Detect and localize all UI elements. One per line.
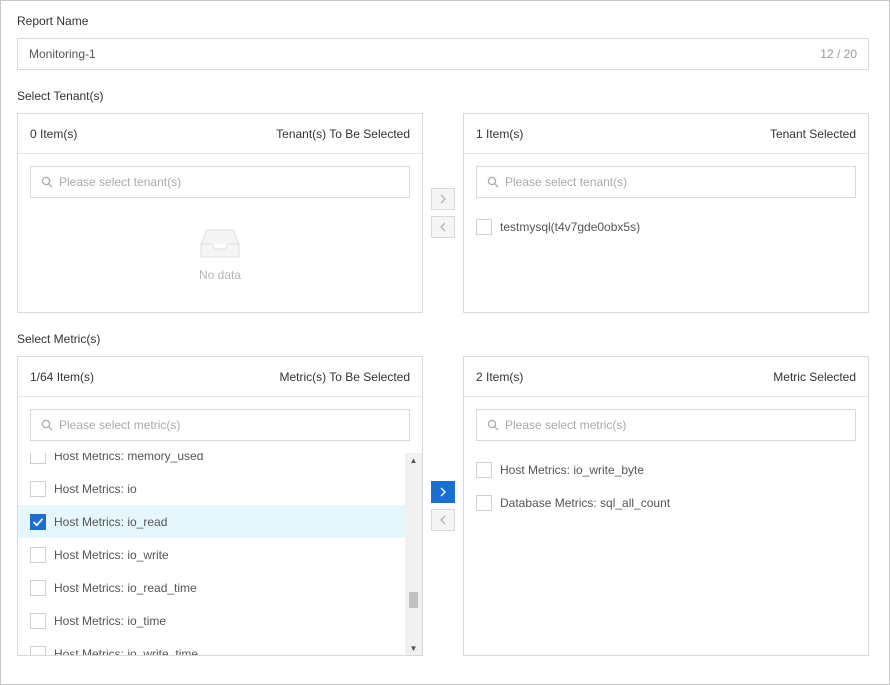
scrollbar-thumb[interactable] [409, 592, 418, 608]
metric-target-title: Metric Selected [773, 369, 856, 384]
list-item-label: Host Metrics: io_write_time [54, 646, 199, 656]
metric-move-left-button[interactable] [431, 509, 455, 531]
metric-source-list: Host Metrics: memory_used Host Metrics: … [18, 453, 405, 655]
report-dialog: Report Name Monitoring-1 12 / 20 Select … [0, 0, 890, 685]
list-item-label: Host Metrics: io_write_byte [500, 462, 645, 477]
chevron-left-icon [440, 222, 446, 232]
tenant-target-search-input[interactable]: Please select tenant(s) [476, 166, 856, 198]
tenant-move-left-button[interactable] [431, 216, 455, 238]
checkbox[interactable] [30, 453, 46, 464]
metric-target-header: 2 Item(s) Metric Selected [464, 357, 868, 397]
select-metric-label: Select Metric(s) [17, 332, 101, 346]
list-item[interactable]: Host Metrics: memory_used [18, 453, 405, 472]
list-item-label: Host Metrics: io_write [54, 547, 169, 562]
tenant-source-search-placeholder: Please select tenant(s) [59, 175, 182, 189]
tenant-move-right-button[interactable] [431, 188, 455, 210]
list-item[interactable]: Host Metrics: io_write_byte [464, 453, 868, 486]
scroll-up-arrow-icon[interactable]: ▲ [405, 453, 422, 467]
metric-source-search-input[interactable]: Please select metric(s) [30, 409, 410, 441]
tenant-target-panel: 1 Item(s) Tenant Selected Please select … [463, 113, 869, 313]
metric-source-count: 1/64 Item(s) [30, 369, 95, 384]
tenant-target-title: Tenant Selected [769, 126, 856, 141]
metric-target-count: 2 Item(s) [476, 369, 524, 384]
list-item[interactable]: testmysql(t4v7gde0obx5s) [464, 210, 868, 243]
list-item-label: Host Metrics: io_read [54, 514, 168, 529]
checkbox[interactable] [30, 480, 46, 497]
tenant-target-search-placeholder: Please select tenant(s) [505, 175, 628, 189]
metric-target-search-placeholder: Please select metric(s) [505, 418, 627, 432]
search-icon [487, 176, 499, 188]
list-item-label: Host Metrics: io_read_time [54, 580, 197, 595]
metric-source-search-placeholder: Please select metric(s) [59, 418, 181, 432]
metric-source-panel: 1/64 Item(s) Metric(s) To Be Selected Pl… [17, 356, 423, 656]
empty-text: No data [198, 268, 242, 282]
list-item-label: Database Metrics: sql_all_count [500, 495, 671, 510]
report-name-label: Report Name [17, 14, 89, 28]
metric-source-header: 1/64 Item(s) Metric(s) To Be Selected [18, 357, 422, 397]
list-item-label: testmysql(t4v7gde0obx5s) [500, 219, 641, 234]
check-icon [32, 517, 44, 526]
metric-source-title: Metric(s) To Be Selected [279, 369, 411, 384]
tenant-target-count: 1 Item(s) [476, 126, 524, 141]
list-item[interactable]: Host Metrics: io_write [18, 538, 405, 571]
metric-target-list: Host Metrics: io_write_byte Database Met… [464, 453, 868, 519]
list-item[interactable]: Host Metrics: io_time [18, 604, 405, 637]
tenant-source-header: 0 Item(s) Tenant(s) To Be Selected [18, 114, 422, 154]
search-icon [41, 176, 53, 188]
metric-source-scrollbar[interactable]: ▲ ▼ [405, 453, 422, 655]
list-item-label: Host Metrics: io_time [54, 613, 167, 628]
checkbox[interactable] [476, 461, 492, 478]
checkbox[interactable] [30, 546, 46, 563]
chevron-right-icon [440, 487, 446, 497]
list-item[interactable]: Database Metrics: sql_all_count [464, 486, 868, 519]
select-tenant-label: Select Tenant(s) [17, 89, 104, 103]
report-name-char-count: 12 / 20 [820, 47, 857, 61]
list-item-label: Host Metrics: io [54, 481, 137, 496]
checkbox[interactable] [30, 579, 46, 596]
chevron-left-icon [440, 515, 446, 525]
report-name-value[interactable]: Monitoring-1 [29, 47, 820, 61]
list-item[interactable]: Host Metrics: io [18, 472, 405, 505]
tenant-source-empty-state: No data [18, 226, 422, 282]
list-item[interactable]: Host Metrics: io_write_time [18, 637, 405, 655]
checkbox[interactable] [476, 494, 492, 511]
checkbox[interactable] [476, 218, 492, 235]
metric-target-search-input[interactable]: Please select metric(s) [476, 409, 856, 441]
list-item-selected[interactable]: Host Metrics: io_read [18, 505, 405, 538]
tenant-source-panel: 0 Item(s) Tenant(s) To Be Selected Pleas… [17, 113, 423, 313]
list-item[interactable]: Host Metrics: io_read_time [18, 571, 405, 604]
scroll-down-arrow-icon[interactable]: ▼ [405, 641, 422, 655]
tenant-source-search-input[interactable]: Please select tenant(s) [30, 166, 410, 198]
search-icon [487, 419, 499, 431]
tenant-source-title: Tenant(s) To Be Selected [276, 126, 410, 141]
tenant-target-list: testmysql(t4v7gde0obx5s) [464, 210, 868, 243]
checkbox-checked[interactable] [30, 513, 46, 530]
chevron-right-icon [440, 194, 446, 204]
metric-target-panel: 2 Item(s) Metric Selected Please select … [463, 356, 869, 656]
search-icon [41, 419, 53, 431]
tenant-target-header: 1 Item(s) Tenant Selected [464, 114, 868, 154]
empty-inbox-icon [200, 229, 240, 258]
checkbox[interactable] [30, 645, 46, 655]
checkbox[interactable] [30, 612, 46, 629]
metric-move-right-button[interactable] [431, 481, 455, 503]
report-name-input[interactable]: Monitoring-1 12 / 20 [17, 38, 869, 70]
list-item-label: Host Metrics: memory_used [54, 453, 204, 463]
tenant-source-count: 0 Item(s) [30, 126, 78, 141]
